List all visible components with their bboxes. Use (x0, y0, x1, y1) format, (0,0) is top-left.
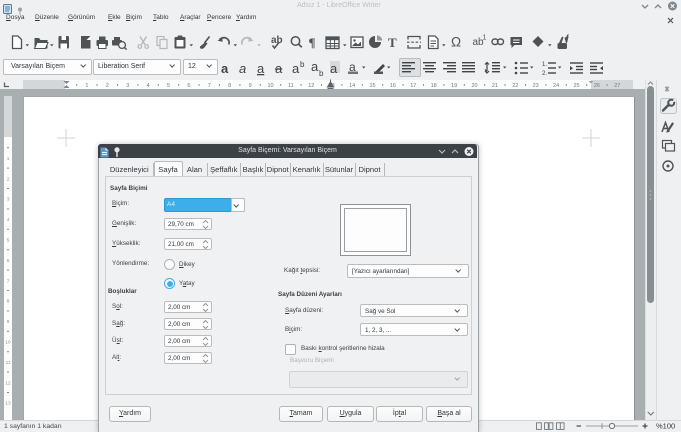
svg-text:T: T (388, 35, 397, 50)
svg-text:4: 4 (7, 217, 10, 222)
svg-text:a: a (311, 59, 319, 74)
svg-text:2.: 2. (542, 71, 547, 77)
svg-text:b: b (300, 60, 305, 69)
svg-text:10: 10 (5, 340, 11, 345)
svg-text:a: a (257, 61, 265, 76)
svg-text:5: 5 (7, 238, 10, 243)
svg-text:9: 9 (7, 319, 10, 324)
svg-text:a: a (221, 61, 229, 76)
svg-text:12: 12 (5, 380, 11, 385)
svg-text:a: a (239, 61, 246, 76)
svg-text:¶: ¶ (309, 35, 316, 50)
svg-text:b: b (319, 69, 324, 78)
svg-text:Ω: Ω (451, 35, 461, 50)
svg-text:8: 8 (7, 299, 10, 304)
svg-text:3: 3 (7, 197, 10, 202)
svg-text:7: 7 (7, 278, 10, 283)
svg-text:1.: 1. (542, 62, 547, 68)
svg-text:a: a (292, 61, 300, 76)
svg-text:2: 2 (7, 176, 10, 181)
svg-text:a: a (275, 61, 283, 76)
svg-text:6: 6 (7, 258, 10, 263)
svg-text:a: a (330, 61, 338, 76)
svg-text:1: 1 (7, 156, 10, 161)
svg-text:11: 11 (6, 360, 11, 365)
svg-text:%100: %100 (656, 422, 675, 431)
svg-text:1: 1 (483, 35, 487, 42)
svg-text:13: 13 (5, 401, 11, 406)
